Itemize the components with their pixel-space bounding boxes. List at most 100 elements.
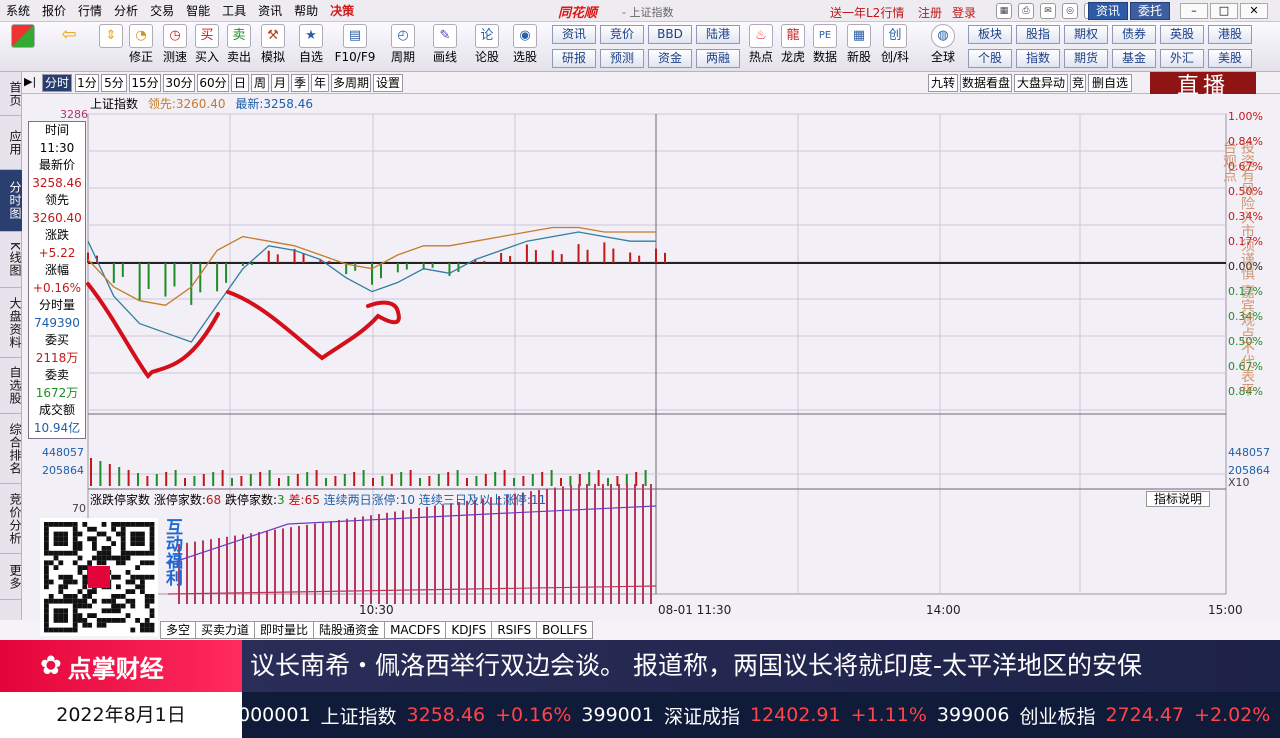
menu-help[interactable]: 帮助 bbox=[288, 0, 324, 22]
btn-stocks[interactable]: 个股 bbox=[968, 49, 1012, 68]
tab-volume-ratio[interactable]: 即时量比 bbox=[254, 621, 315, 639]
settings-tab[interactable]: 设置 bbox=[373, 74, 403, 92]
tab-bollfs[interactable]: BOLLFS bbox=[536, 621, 594, 639]
btn-bbd[interactable]: BBD bbox=[648, 25, 692, 44]
btn-research[interactable]: 研报 bbox=[552, 49, 596, 68]
period-30m[interactable]: 30分 bbox=[163, 74, 195, 92]
info-button[interactable]: 资讯 bbox=[1088, 2, 1128, 20]
period-15m[interactable]: 15分 bbox=[129, 74, 161, 92]
updown-button[interactable]: ⇕ bbox=[96, 24, 126, 48]
globe-icon[interactable]: ◎ bbox=[1062, 3, 1078, 19]
period-60m[interactable]: 60分 bbox=[197, 74, 229, 92]
order-button[interactable]: 委托 bbox=[1130, 2, 1170, 20]
qr-module bbox=[48, 579, 54, 585]
tab-long-short[interactable]: 多空 bbox=[160, 621, 197, 639]
promo-link[interactable]: 送一年L2行情 bbox=[830, 4, 904, 21]
nav-kline[interactable]: K线图 bbox=[0, 232, 22, 288]
btn-us-stocks[interactable]: 美股 bbox=[1208, 49, 1252, 68]
menu-smart[interactable]: 智能 bbox=[180, 0, 216, 22]
btn-funds2[interactable]: 基金 bbox=[1112, 49, 1156, 68]
star-market-button[interactable]: 创创/科 bbox=[880, 24, 910, 66]
menu-tools[interactable]: 工具 bbox=[216, 0, 252, 22]
period-1m[interactable]: 1分 bbox=[75, 74, 99, 92]
qr-module bbox=[44, 622, 49, 628]
btn-hk-stocks[interactable]: 港股 bbox=[1208, 25, 1252, 44]
period-5m[interactable]: 5分 bbox=[101, 74, 127, 92]
btn-auction[interactable]: 竞价 bbox=[600, 25, 644, 44]
login-link[interactable]: 登录 bbox=[952, 4, 976, 21]
menu-market[interactable]: 行情 bbox=[72, 0, 108, 22]
close-icon[interactable]: ✕ bbox=[1240, 3, 1268, 19]
nav-ranking[interactable]: 综合排名 bbox=[0, 414, 22, 484]
tab-market-anomaly[interactable]: 大盘异动 bbox=[1014, 74, 1068, 92]
register-link[interactable]: 注册 bbox=[918, 4, 942, 21]
qr-module bbox=[135, 584, 140, 590]
nav-market-data[interactable]: 大盘资料 bbox=[0, 288, 22, 358]
btn-uk-stocks[interactable]: 英股 bbox=[1160, 25, 1204, 44]
layout-button[interactable] bbox=[8, 24, 38, 48]
menu-analysis[interactable]: 分析 bbox=[108, 0, 144, 22]
play-icon[interactable]: ▶| bbox=[24, 75, 36, 88]
nav-home[interactable]: 首页 bbox=[0, 72, 22, 116]
tab-rsifs[interactable]: RSIFS bbox=[491, 621, 538, 639]
tab-nine-turn[interactable]: 九转 bbox=[928, 74, 958, 92]
maximize-icon[interactable]: □ bbox=[1210, 3, 1238, 19]
nav-more[interactable]: 更多 bbox=[0, 554, 22, 600]
tab-data-board[interactable]: 数据看盘 bbox=[960, 74, 1012, 92]
screener-button[interactable]: ◉ 选股 bbox=[510, 24, 540, 66]
menu-decision[interactable]: 决策 bbox=[324, 0, 360, 22]
watchlist-button[interactable]: ★ 自选 bbox=[296, 24, 326, 66]
qr-module bbox=[120, 594, 126, 599]
period-year[interactable]: 年 bbox=[311, 74, 329, 92]
global-button[interactable]: ◍ 全球 bbox=[928, 24, 958, 66]
qr-module bbox=[63, 579, 68, 585]
forum-button[interactable]: 论论股 bbox=[472, 24, 502, 66]
btn-options[interactable]: 期权 bbox=[1064, 25, 1108, 44]
nav-watchlist[interactable]: 自选股 bbox=[0, 358, 22, 414]
indicator-help-button[interactable]: 指标说明 bbox=[1146, 491, 1210, 507]
tab-northbound[interactable]: 陆股通资金 bbox=[313, 621, 386, 639]
btn-futures[interactable]: 期货 bbox=[1064, 49, 1108, 68]
draw-button[interactable]: ✎ 画线 bbox=[430, 24, 460, 66]
tab-kdjfs[interactable]: KDJFS bbox=[445, 621, 493, 639]
f10-button[interactable]: ▤ F10/F9 bbox=[335, 24, 375, 66]
simulate-button[interactable]: ⚒ 模拟 bbox=[258, 24, 288, 66]
btn-forex[interactable]: 外汇 bbox=[1160, 49, 1204, 68]
btn-forecast[interactable]: 预测 bbox=[600, 49, 644, 68]
grid-icon[interactable]: ▦ bbox=[996, 3, 1012, 19]
back-button[interactable]: ⇦ bbox=[54, 24, 84, 48]
period-day[interactable]: 日 bbox=[231, 74, 249, 92]
mail-icon[interactable]: ✉ bbox=[1040, 3, 1056, 19]
menu-quote[interactable]: 报价 bbox=[36, 0, 72, 22]
btn-index[interactable]: 指数 bbox=[1016, 49, 1060, 68]
period-quarter[interactable]: 季 bbox=[291, 74, 309, 92]
btn-funds[interactable]: 资金 bbox=[648, 49, 692, 68]
tab-auction[interactable]: 竞 bbox=[1070, 74, 1086, 92]
menu-system[interactable]: 系统 bbox=[0, 0, 36, 22]
period-multi[interactable]: 多周期 bbox=[331, 74, 371, 92]
period-button[interactable]: ◴ 周期 bbox=[388, 24, 418, 66]
menu-trade[interactable]: 交易 bbox=[144, 0, 180, 22]
period-intraday[interactable]: 分时 bbox=[42, 74, 72, 92]
btn-hk-connect[interactable]: 陆港 bbox=[696, 25, 740, 44]
period-month[interactable]: 月 bbox=[271, 74, 289, 92]
minimize-icon[interactable]: – bbox=[1180, 3, 1208, 19]
nav-auction[interactable]: 竞价分析 bbox=[0, 484, 22, 554]
nav-intraday[interactable]: 分时图 bbox=[0, 170, 22, 232]
period-week[interactable]: 周 bbox=[251, 74, 269, 92]
btn-margin[interactable]: 两融 bbox=[696, 49, 740, 68]
print-icon[interactable]: ⎙ bbox=[1018, 3, 1034, 19]
tab-buy-sell-force[interactable]: 买卖力道 bbox=[195, 621, 256, 639]
menu-info[interactable]: 资讯 bbox=[252, 0, 288, 22]
ipo-button[interactable]: ▦ 新股 bbox=[844, 24, 874, 66]
vol-tick-right-0: 448057 bbox=[1228, 446, 1270, 459]
tab-remove-watch[interactable]: 删自选 bbox=[1088, 74, 1132, 92]
btn-bonds[interactable]: 债券 bbox=[1112, 25, 1156, 44]
intraday-chart[interactable]: 1.00%0.84%0.67%0.50%0.34%0.17%0.00%0.17%… bbox=[22, 94, 1280, 620]
nav-apps[interactable]: 应用 bbox=[0, 116, 22, 170]
tab-macdfs[interactable]: MACDFS bbox=[384, 621, 447, 639]
qr-module bbox=[111, 598, 116, 604]
btn-news[interactable]: 资讯 bbox=[552, 25, 596, 44]
btn-sector[interactable]: 板块 bbox=[968, 25, 1012, 44]
btn-index-futures[interactable]: 股指 bbox=[1016, 25, 1060, 44]
